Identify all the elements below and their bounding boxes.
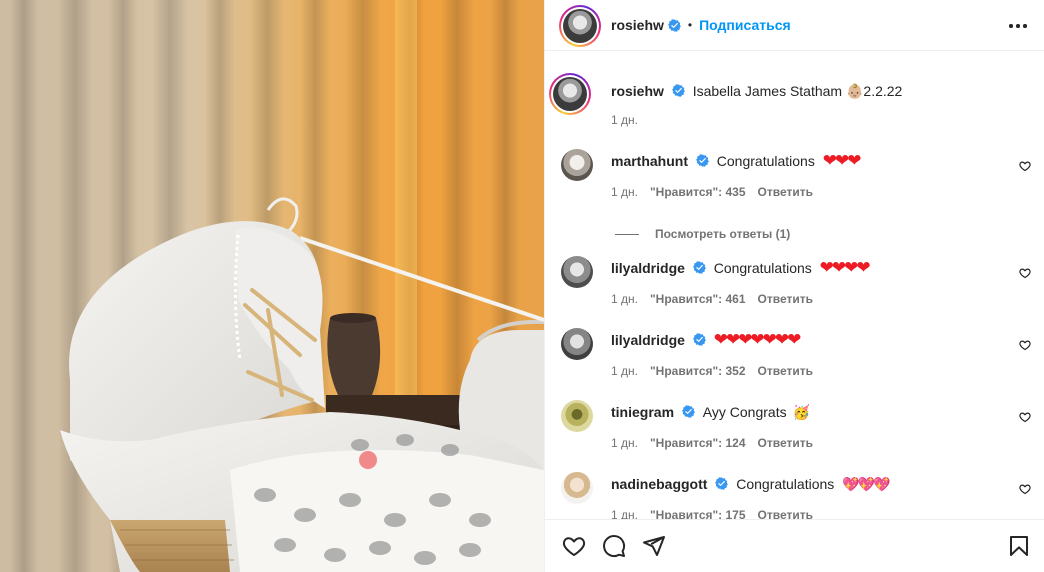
comment-time[interactable]: 1 дн. — [611, 364, 638, 378]
caption-username[interactable]: rosiehw — [611, 83, 664, 99]
comment-text: Congratulations — [713, 260, 812, 276]
comment-text-row: marthahunt Congratulations ❤❤❤ — [611, 152, 1005, 170]
comment-icon[interactable] — [602, 534, 626, 558]
comment-likes[interactable]: "Нравится": 435 — [650, 185, 746, 199]
comment-likes[interactable]: "Нравится": 461 — [650, 292, 746, 306]
red-hearts-emoji: ❤❤❤❤ — [819, 258, 871, 277]
commenter-avatar[interactable] — [561, 256, 593, 288]
comment-meta: 1 дн. "Нравится": 435 Ответить — [611, 185, 813, 199]
header-separator: • — [687, 18, 693, 32]
comment-text: Ayy Congrats — [702, 404, 787, 420]
reply-button[interactable]: Ответить — [758, 364, 813, 378]
caption-avatar[interactable] — [549, 73, 591, 115]
verified-badge-icon — [695, 154, 709, 167]
comment-heart-icon[interactable] — [1019, 411, 1031, 423]
comment-heart-icon[interactable] — [1019, 483, 1031, 495]
reply-button[interactable]: Ответить — [758, 292, 813, 306]
caption-meta: 1 дн. — [611, 113, 638, 127]
comment-username[interactable]: lilyaldridge — [611, 332, 685, 348]
post-photo[interactable] — [0, 0, 544, 572]
comment-text-row: lilyaldridge Congratulations ❤❤❤❤ — [611, 259, 1005, 277]
author-avatar[interactable] — [559, 5, 601, 47]
more-horizontal-icon[interactable] — [1009, 17, 1027, 35]
commenter-avatar[interactable] — [561, 400, 593, 432]
red-hearts-emoji: ❤❤❤ — [822, 151, 862, 170]
party-face-emoji: 🥳 — [792, 404, 810, 420]
comment-username[interactable]: nadinebaggott — [611, 476, 707, 492]
comment-item: lilyaldridge ❤❤❤❤❤❤❤ 1 дн. "Нравится": 3… — [545, 328, 1044, 388]
view-replies-label: Посмотреть ответы (1) — [655, 227, 791, 241]
commenter-avatar[interactable] — [561, 149, 593, 181]
bassinet-photo-illustration — [0, 0, 544, 572]
reply-button[interactable]: Ответить — [758, 436, 813, 450]
comment-item: lilyaldridge Congratulations ❤❤❤❤ 1 дн. … — [545, 256, 1044, 316]
bookmark-icon[interactable] — [1007, 534, 1031, 558]
comment-item: nadinebaggott Congratulations 💖💖💖 1 дн. … — [545, 472, 1044, 519]
comment-likes[interactable]: "Нравится": 352 — [650, 364, 746, 378]
comment-item: tiniegram Ayy Congrats 🥳 1 дн. "Нравится… — [545, 400, 1044, 460]
comment-text: Congratulations — [716, 153, 815, 169]
comment-meta: 1 дн. "Нравится": 124 Ответить — [611, 436, 813, 450]
comment-username[interactable]: lilyaldridge — [611, 260, 685, 276]
comment-heart-icon[interactable] — [1019, 160, 1031, 172]
comment-meta: 1 дн. "Нравится": 352 Ответить — [611, 364, 813, 378]
pink-hearts-emoji: 💖💖💖 — [842, 476, 890, 492]
comment-time[interactable]: 1 дн. — [611, 508, 638, 519]
action-bar — [545, 519, 1044, 572]
comment-time[interactable]: 1 дн. — [611, 292, 638, 306]
comment-username[interactable]: marthahunt — [611, 153, 688, 169]
verified-badge-icon — [681, 405, 695, 418]
commenter-avatar[interactable] — [561, 472, 593, 504]
post-caption: rosiehw Isabella James Statham 👶🏼2.2.22 … — [545, 73, 1044, 133]
red-hearts-emoji: ❤❤❤❤❤❤❤ — [713, 330, 802, 349]
caption-time[interactable]: 1 дн. — [611, 113, 638, 127]
comment-time[interactable]: 1 дн. — [611, 436, 638, 450]
reply-button[interactable]: Ответить — [758, 185, 813, 199]
comment-text-row: tiniegram Ayy Congrats 🥳 — [611, 403, 1005, 421]
share-icon[interactable] — [642, 534, 666, 558]
caption-text: Isabella James Statham 👶🏼2.2.22 — [692, 83, 903, 99]
comment-text-row: nadinebaggott Congratulations 💖💖💖 — [611, 475, 1005, 493]
follow-button[interactable]: Подписаться — [699, 17, 791, 33]
verified-badge-icon — [671, 84, 685, 97]
post-header: rosiehw • Подписаться — [545, 0, 1044, 51]
commenter-avatar[interactable] — [561, 328, 593, 360]
verified-badge-icon — [715, 477, 729, 490]
instagram-post-dialog: rosiehw • Подписаться rosiehw Isabella J… — [0, 0, 1044, 572]
view-replies-button[interactable]: Посмотреть ответы (1) — [615, 227, 790, 241]
post-side-panel: rosiehw • Подписаться rosiehw Isabella J… — [544, 0, 1044, 572]
heart-icon[interactable] — [562, 534, 586, 558]
verified-badge-icon — [692, 333, 706, 346]
verified-badge-icon — [692, 261, 706, 274]
comment-likes[interactable]: "Нравится": 175 — [650, 508, 746, 519]
comment-item: marthahunt Congratulations ❤❤❤ 1 дн. "Нр… — [545, 149, 1044, 209]
comment-username[interactable]: tiniegram — [611, 404, 674, 420]
header-user-row: rosiehw • Подписаться — [611, 17, 791, 33]
comment-text: Congratulations — [736, 476, 835, 492]
comment-meta: 1 дн. "Нравится": 461 Ответить — [611, 292, 813, 306]
comment-meta: 1 дн. "Нравится": 175 Ответить — [611, 508, 813, 519]
replies-divider-line — [615, 233, 639, 235]
caption-text-row: rosiehw Isabella James Statham 👶🏼2.2.22 — [611, 82, 1005, 100]
comment-text-row: lilyaldridge ❤❤❤❤❤❤❤ — [611, 331, 1005, 349]
author-username[interactable]: rosiehw — [611, 17, 664, 33]
comment-time[interactable]: 1 дн. — [611, 185, 638, 199]
reply-button[interactable]: Ответить — [758, 508, 813, 519]
comments-list[interactable]: rosiehw Isabella James Statham 👶🏼2.2.22 … — [545, 52, 1044, 519]
comment-likes[interactable]: "Нравится": 124 — [650, 436, 746, 450]
verified-badge-icon — [667, 18, 681, 32]
comment-heart-icon[interactable] — [1019, 267, 1031, 279]
comment-heart-icon[interactable] — [1019, 339, 1031, 351]
